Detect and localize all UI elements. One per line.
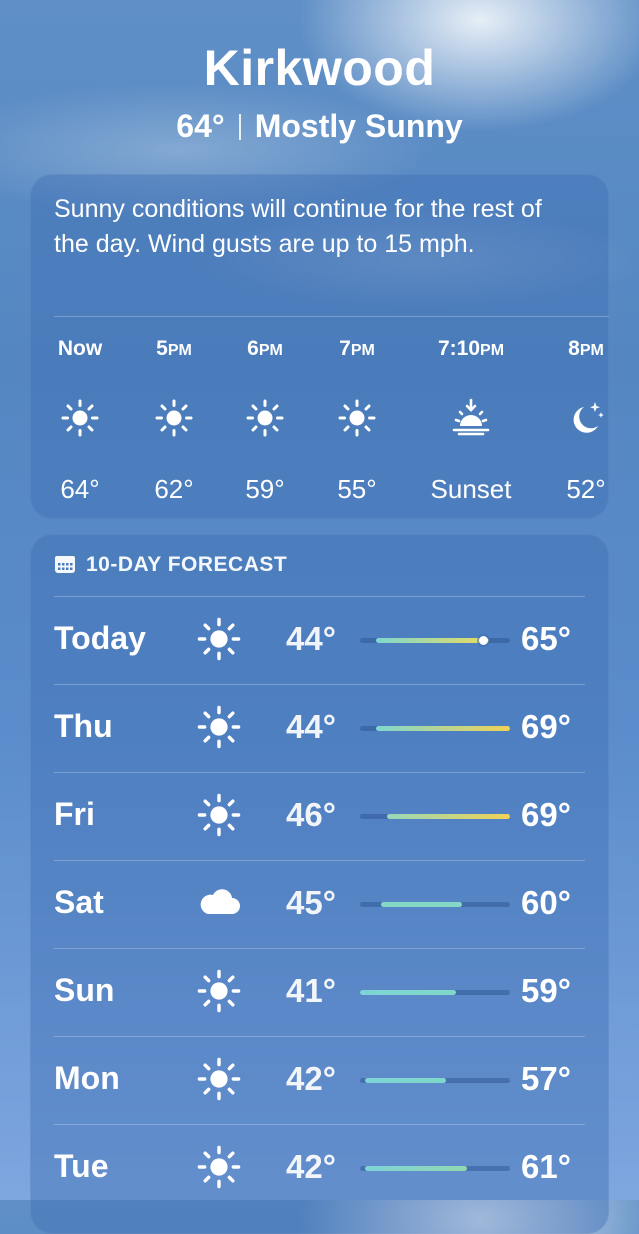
current-conditions: 64° Mostly Sunny <box>0 106 639 146</box>
sun-icon <box>60 398 100 438</box>
hour-ampm: PM <box>350 342 375 359</box>
sun-icon <box>245 398 285 438</box>
hour-ampm: PM <box>258 342 283 359</box>
row-divider <box>54 684 585 685</box>
low-temp: 44° <box>286 708 336 745</box>
sun-icon <box>196 792 242 838</box>
hour-time-value: 7:10 <box>437 337 481 360</box>
hour-value: Sunset <box>430 474 512 504</box>
low-temp: 42° <box>286 1148 336 1185</box>
cloud-icon <box>196 880 242 926</box>
moon-stars-icon <box>566 398 606 438</box>
temperature-range-fill <box>365 1166 468 1171</box>
hour-ampm: PM <box>167 342 192 359</box>
hour-time-value: 8 <box>568 337 580 360</box>
hour-time: 7PM <box>302 335 412 365</box>
high-temp: 69° <box>521 708 571 745</box>
row-divider <box>54 1124 585 1125</box>
temperature-range-bar <box>360 814 510 819</box>
day-name: Mon <box>54 1060 120 1096</box>
day-row[interactable]: Mon 42° 57° <box>30 1036 609 1124</box>
current-temp-marker <box>478 636 488 645</box>
temperature-range-fill <box>376 638 489 643</box>
day-row[interactable]: Thu 44° 69° <box>30 684 609 772</box>
temperature-range-bar <box>360 990 510 995</box>
location-header: Kirkwood 64° Mostly Sunny <box>0 38 639 146</box>
low-temp: 46° <box>286 796 336 833</box>
row-divider <box>54 596 585 597</box>
forecast-summary: Sunny conditions will continue for the r… <box>54 195 542 258</box>
temperature-range-fill <box>360 990 457 995</box>
temperature-range-fill <box>365 1078 446 1083</box>
temperature-range-bar <box>360 726 510 731</box>
hour-ampm: PM <box>480 342 505 359</box>
hour-time-value: 6 <box>247 337 259 360</box>
sunset-icon <box>451 398 491 438</box>
temperature-range-fill <box>381 902 462 907</box>
sun-icon <box>196 616 242 662</box>
low-temp: 42° <box>286 1060 336 1097</box>
day-name: Sun <box>54 972 115 1008</box>
hour-value: 55° <box>337 474 377 504</box>
day-name: Thu <box>54 708 113 744</box>
ten-day-forecast-card[interactable]: 10-DAY FORECAST Today 44° 65° Thu 44° 69° Fri 4… <box>30 534 609 1234</box>
day-name: Today <box>54 620 146 656</box>
high-temp: 65° <box>521 620 571 657</box>
temperature-range-bar <box>360 1078 510 1083</box>
high-temp: 60° <box>521 884 571 921</box>
ten-day-title: 10-DAY FORECAST <box>86 553 288 576</box>
sun-icon <box>154 398 194 438</box>
day-row[interactable]: Sun 41° 59° <box>30 948 609 1036</box>
high-temp: 57° <box>521 1060 571 1097</box>
sun-icon <box>337 398 377 438</box>
day-name: Sat <box>54 884 104 920</box>
calendar-icon <box>55 556 75 573</box>
low-temp: 44° <box>286 620 336 657</box>
separator <box>238 114 241 140</box>
temperature-range-bar <box>360 636 510 645</box>
high-temp: 59° <box>521 972 571 1009</box>
hour-time-value: 7 <box>339 337 351 360</box>
low-temp: 45° <box>286 884 336 921</box>
sun-icon <box>196 1144 242 1190</box>
day-name: Fri <box>54 796 95 832</box>
divider <box>54 316 609 317</box>
day-row[interactable]: Today 44° 65° <box>30 596 609 684</box>
day-row[interactable]: Tue 42° 61° <box>30 1124 609 1212</box>
current-temperature: 64° <box>176 108 225 144</box>
temperature-range-fill <box>386 814 510 819</box>
hour-ampm: PM <box>579 342 604 359</box>
hour-time: 8PM <box>531 335 639 365</box>
high-temp: 69° <box>521 796 571 833</box>
hourly-strip[interactable]: Now 64° 5PM 62° 6PM 59° 7PM 55° 7:10PM Sunset 8PM 5… <box>30 335 639 515</box>
temperature-range-fill <box>376 726 510 731</box>
hour-time: 7:10PM <box>416 335 526 365</box>
row-divider <box>54 860 585 861</box>
hour-value: 52° <box>566 474 606 504</box>
day-name: Tue <box>54 1148 109 1184</box>
day-row[interactable]: Fri 46° 69° <box>30 772 609 860</box>
sun-icon <box>196 1056 242 1102</box>
day-row[interactable]: Sat 45° 60° <box>30 860 609 948</box>
city-name: Kirkwood <box>203 40 436 96</box>
sun-icon <box>196 704 242 750</box>
row-divider <box>54 1036 585 1037</box>
hour-time-value: Now <box>57 337 103 360</box>
temperature-range-bar <box>360 902 510 907</box>
row-divider <box>54 772 585 773</box>
sun-icon <box>196 968 242 1014</box>
condition-text: Mostly Sunny <box>254 108 463 144</box>
row-divider <box>54 948 585 949</box>
low-temp: 41° <box>286 972 336 1009</box>
hour-time-value: 5 <box>156 337 168 360</box>
ten-day-header: 10-DAY FORECAST <box>54 553 287 577</box>
temperature-range-bar <box>360 1166 510 1171</box>
high-temp: 61° <box>521 1148 571 1185</box>
